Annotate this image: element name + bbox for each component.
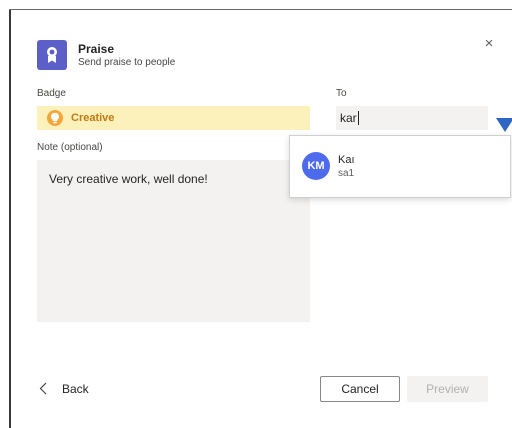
suggestion-subtitle: sa1 <box>338 168 355 179</box>
dialog-title: Praise <box>78 42 115 56</box>
badge-label: Badge <box>37 88 66 99</box>
lightbulb-icon <box>47 110 63 126</box>
praise-app-icon <box>37 40 67 70</box>
dialog-subtitle: Send praise to people <box>78 57 176 68</box>
back-button[interactable]: Back <box>34 376 94 402</box>
close-icon[interactable]: × <box>481 36 497 52</box>
to-label: To <box>336 88 347 99</box>
pointer-arrow-icon <box>496 118 512 132</box>
to-input[interactable]: kar <box>336 106 488 130</box>
badge-selector[interactable]: Creative <box>37 106 310 130</box>
people-suggestion-dropdown: KM Kaı sa1 <box>289 135 511 198</box>
cancel-button[interactable]: Cancel <box>320 376 400 402</box>
window-left-border <box>9 10 11 428</box>
praise-ribbon-icon <box>47 47 57 63</box>
avatar: KM <box>302 152 330 180</box>
note-label: Note (optional) <box>37 142 103 153</box>
note-textarea[interactable]: Very creative work, well done! <box>37 160 310 322</box>
suggestion-name: Kaı <box>338 154 355 166</box>
note-text: Very creative work, well done! <box>49 172 208 186</box>
window-top-border <box>9 9 512 10</box>
back-label: Back <box>62 382 89 396</box>
preview-button[interactable]: Preview <box>407 376 488 402</box>
to-input-value: kar <box>340 111 357 125</box>
suggestion-item[interactable]: KM Kaı sa1 <box>290 136 510 197</box>
chevron-left-icon <box>39 382 47 395</box>
text-caret <box>357 111 359 125</box>
badge-value: Creative <box>71 112 115 124</box>
